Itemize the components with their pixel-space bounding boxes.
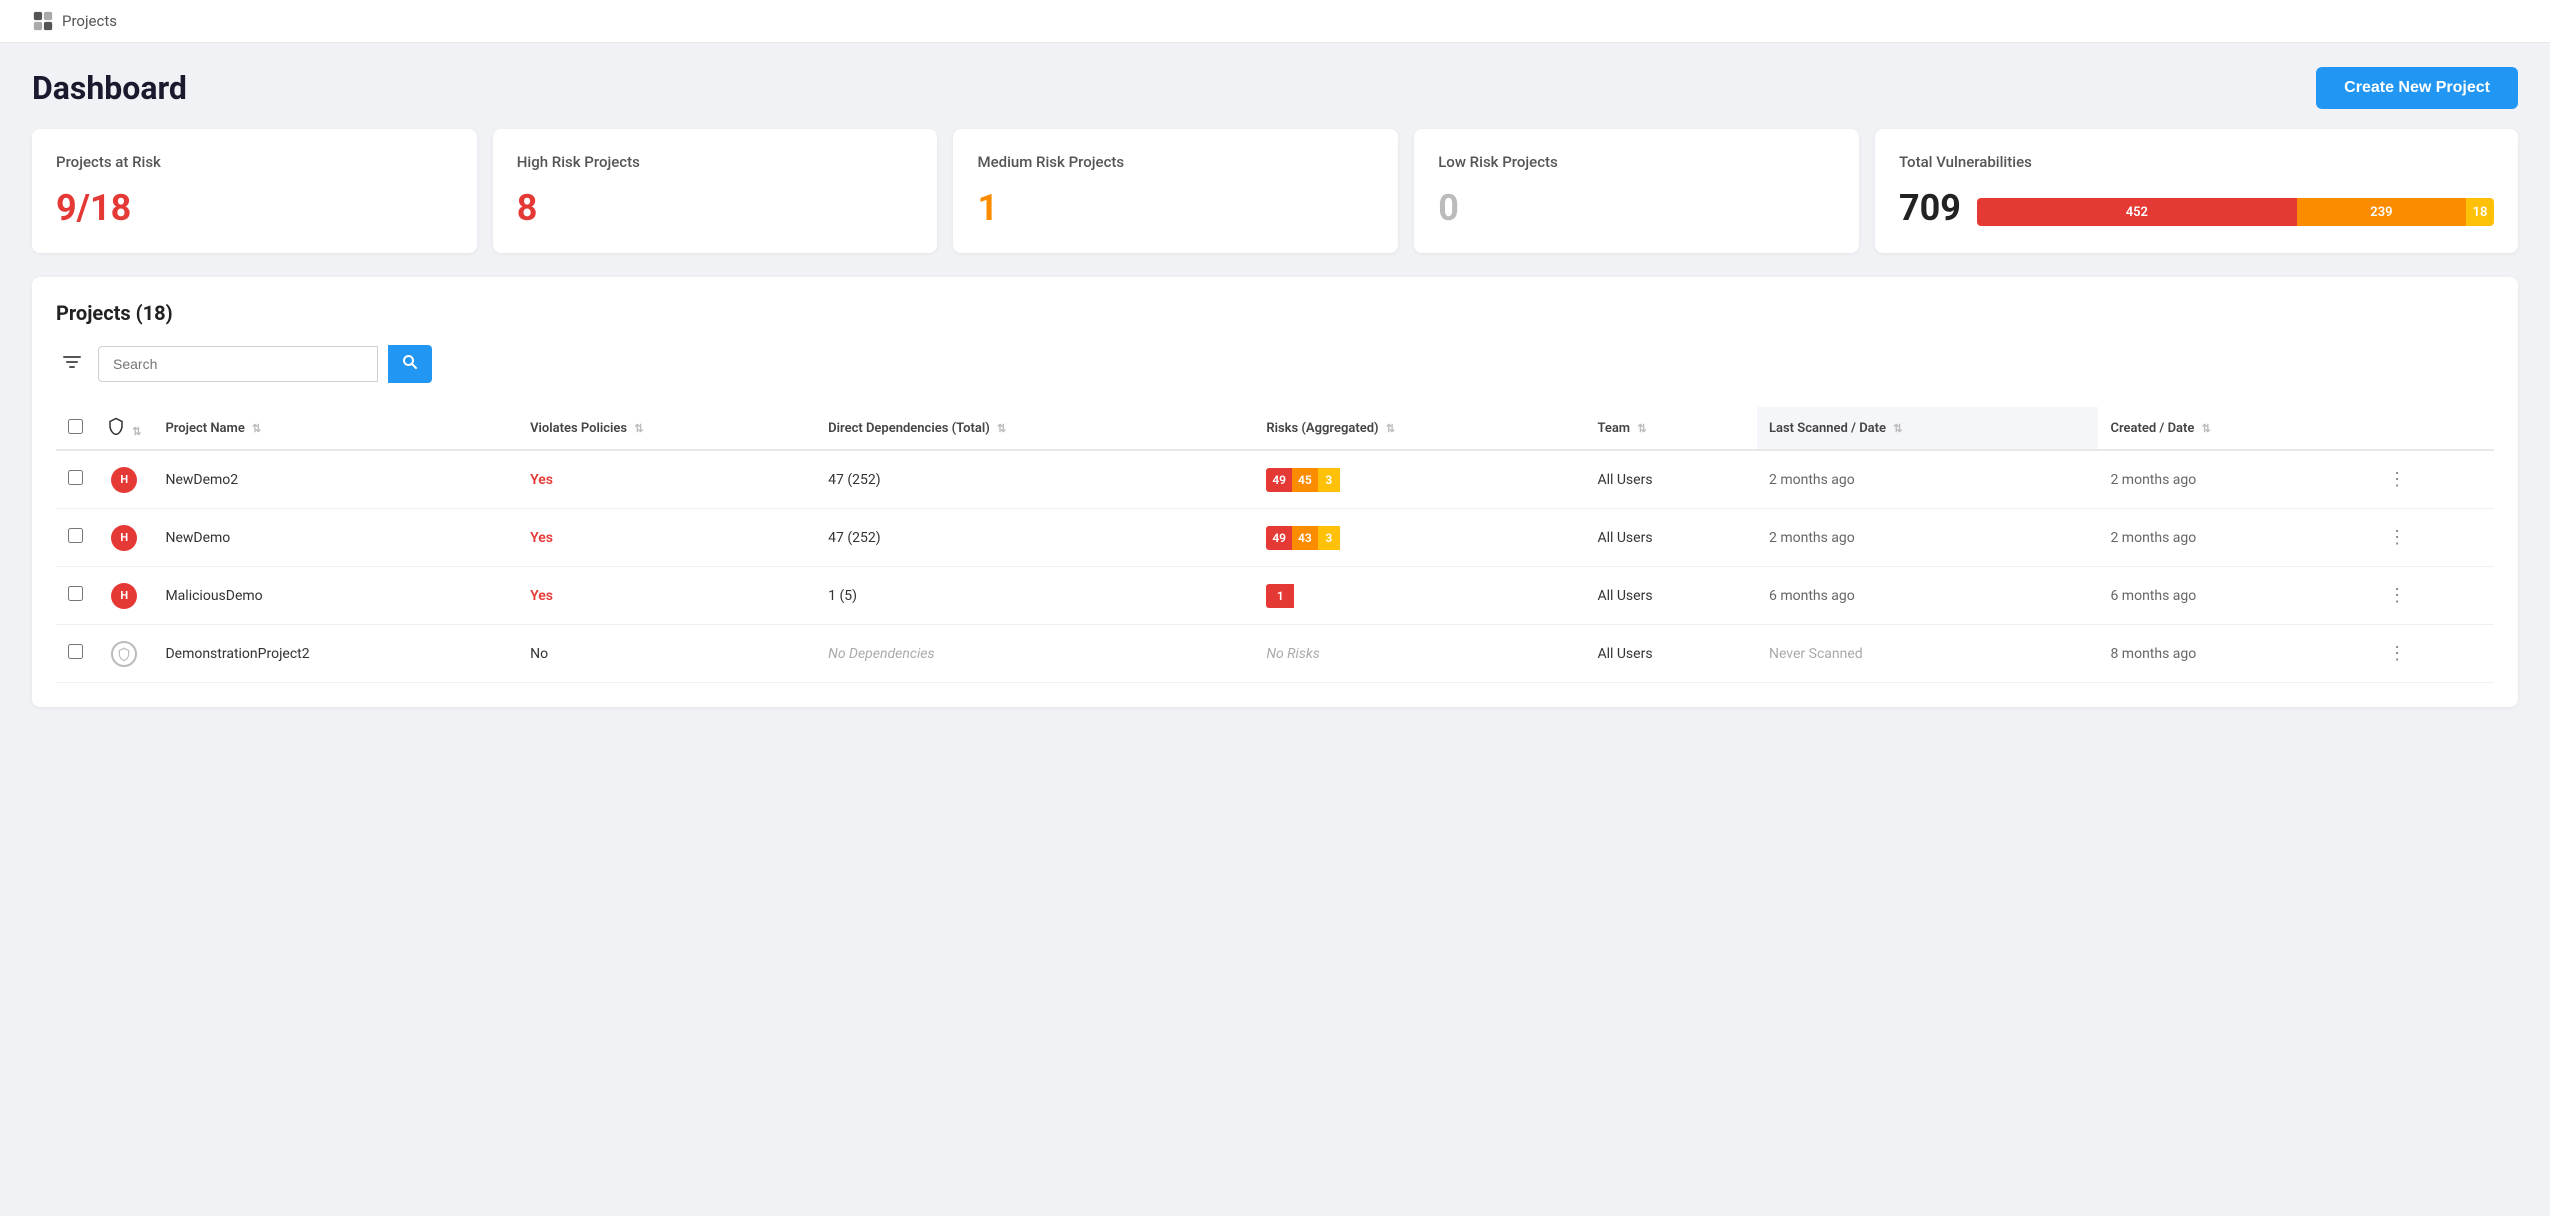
card-high-risk: High Risk Projects 8 (493, 129, 938, 253)
row-checkbox[interactable] (68, 528, 83, 543)
card-projects-at-risk: Projects at Risk 9/18 (32, 129, 477, 253)
team-cell: All Users (1585, 509, 1757, 567)
card-title-high-risk: High Risk Projects (517, 153, 914, 171)
risks-cell: 49 43 3 (1254, 509, 1585, 567)
violates-cell: No (530, 646, 548, 662)
vuln-segment-red: 452 (1977, 198, 2297, 226)
table-row: H NewDemo2 Yes 47 (252) 49 45 3 (56, 450, 2494, 509)
card-title-total-vuln: Total Vulnerabilities (1899, 153, 2494, 171)
select-all-checkbox[interactable] (68, 419, 83, 434)
col-project-name[interactable]: Project Name ⇅ (153, 407, 518, 450)
card-value-low-risk: 0 (1438, 187, 1835, 229)
project-name-cell: DemonstrationProject2 (153, 625, 518, 683)
card-title-low-risk: Low Risk Projects (1438, 153, 1835, 171)
summary-cards: Projects at Risk 9/18 High Risk Projects… (0, 129, 2550, 277)
violates-cell: Yes (530, 472, 553, 488)
top-bar: Projects (0, 0, 2550, 43)
row-checkbox[interactable] (68, 586, 83, 601)
card-title-projects-at-risk: Projects at Risk (56, 153, 453, 171)
col-violates-policies[interactable]: Violates Policies ⇅ (518, 407, 816, 450)
deps-cell: 1 (5) (816, 567, 1254, 625)
card-value-projects-at-risk: 9/18 (56, 187, 453, 229)
violates-cell: Yes (530, 530, 553, 546)
col-risk-icon: ⇅ (95, 407, 153, 450)
search-button[interactable] (388, 345, 432, 383)
risk-seg-orange: 45 (1292, 468, 1318, 492)
risk-seg-yellow: 3 (1318, 468, 1340, 492)
project-name-cell: NewDemo (153, 509, 518, 567)
card-title-medium-risk: Medium Risk Projects (977, 153, 1374, 171)
risk-seg-orange: 43 (1292, 526, 1318, 550)
risk-seg-red: 49 (1266, 468, 1292, 492)
card-value-total-vuln: 709 (1899, 187, 1961, 229)
created-cell: 2 months ago (2098, 509, 2368, 567)
col-checkbox (56, 407, 95, 450)
page-header: Dashboard Create New Project (0, 43, 2550, 129)
risk-badge-none (111, 641, 137, 667)
project-name-cell: MaliciousDemo (153, 567, 518, 625)
search-icon (402, 354, 418, 370)
risks-cell: 1 (1254, 567, 1585, 625)
search-input[interactable] (98, 346, 378, 382)
risks-cell: No Risks (1254, 625, 1585, 683)
projects-toolbar (56, 345, 2494, 383)
row-checkbox[interactable] (68, 644, 83, 659)
projects-table: ⇅ Project Name ⇅ Violates Policies ⇅ Dir… (56, 407, 2494, 683)
page-title: Dashboard (32, 69, 187, 107)
created-cell: 2 months ago (2098, 450, 2368, 509)
team-cell: All Users (1585, 625, 1757, 683)
row-checkbox[interactable] (68, 470, 83, 485)
project-name-cell: NewDemo2 (153, 450, 518, 509)
last-scanned-cell: Never Scanned (1757, 625, 2098, 683)
risk-badge-high: H (111, 525, 137, 551)
last-scanned-cell: 2 months ago (1757, 509, 2098, 567)
vuln-bar: 452 239 18 (1977, 198, 2494, 226)
vuln-segment-yellow: 18 (2466, 198, 2494, 226)
create-new-project-button[interactable]: Create New Project (2316, 67, 2518, 109)
team-cell: All Users (1585, 450, 1757, 509)
table-row: DemonstrationProject2 No No Dependencies… (56, 625, 2494, 683)
row-menu-button[interactable]: ⋮ (2380, 465, 2414, 494)
col-team[interactable]: Team ⇅ (1585, 407, 1757, 450)
logo-area: Projects (32, 10, 117, 32)
card-medium-risk: Medium Risk Projects 1 (953, 129, 1398, 253)
projects-section: Projects (18) (32, 277, 2518, 707)
risk-badge-high: H (111, 583, 137, 609)
last-scanned-cell: 6 months ago (1757, 567, 2098, 625)
card-value-medium-risk: 1 (977, 187, 1374, 229)
row-menu-button[interactable]: ⋮ (2380, 581, 2414, 610)
created-cell: 6 months ago (2098, 567, 2368, 625)
filter-icon (62, 352, 82, 372)
risk-seg-red: 1 (1266, 584, 1294, 608)
table-row: H NewDemo Yes 47 (252) 49 43 3 (56, 509, 2494, 567)
app-name: Projects (62, 12, 117, 30)
col-risks[interactable]: Risks (Aggregated) ⇅ (1254, 407, 1585, 450)
projects-section-title: Projects (18) (56, 301, 2494, 325)
row-menu-button[interactable]: ⋮ (2380, 523, 2414, 552)
vuln-segment-orange: 239 (2297, 198, 2466, 226)
risks-cell: 49 45 3 (1254, 450, 1585, 509)
created-cell: 8 months ago (2098, 625, 2368, 683)
deps-cell: 47 (252) (816, 509, 1254, 567)
col-actions (2368, 407, 2494, 450)
team-cell: All Users (1585, 567, 1757, 625)
last-scanned-cell: 2 months ago (1757, 450, 2098, 509)
card-total-vulnerabilities: Total Vulnerabilities 709 452 239 18 (1875, 129, 2518, 253)
deps-cell: No Dependencies (816, 625, 1254, 683)
row-menu-button[interactable]: ⋮ (2380, 639, 2414, 668)
deps-cell: 47 (252) (816, 450, 1254, 509)
col-direct-deps[interactable]: Direct Dependencies (Total) ⇅ (816, 407, 1254, 450)
risk-seg-red: 49 (1266, 526, 1292, 550)
risk-badge-high: H (111, 467, 137, 493)
table-row: H MaliciousDemo Yes 1 (5) 1 All Users 6 … (56, 567, 2494, 625)
col-created[interactable]: Created / Date ⇅ (2098, 407, 2368, 450)
filter-button[interactable] (56, 346, 88, 383)
violates-cell: Yes (530, 588, 553, 604)
card-low-risk: Low Risk Projects 0 (1414, 129, 1859, 253)
risk-seg-yellow: 3 (1318, 526, 1340, 550)
logo-icon (32, 10, 54, 32)
card-value-high-risk: 8 (517, 187, 914, 229)
col-last-scanned[interactable]: Last Scanned / Date ⇅ (1757, 407, 2098, 450)
